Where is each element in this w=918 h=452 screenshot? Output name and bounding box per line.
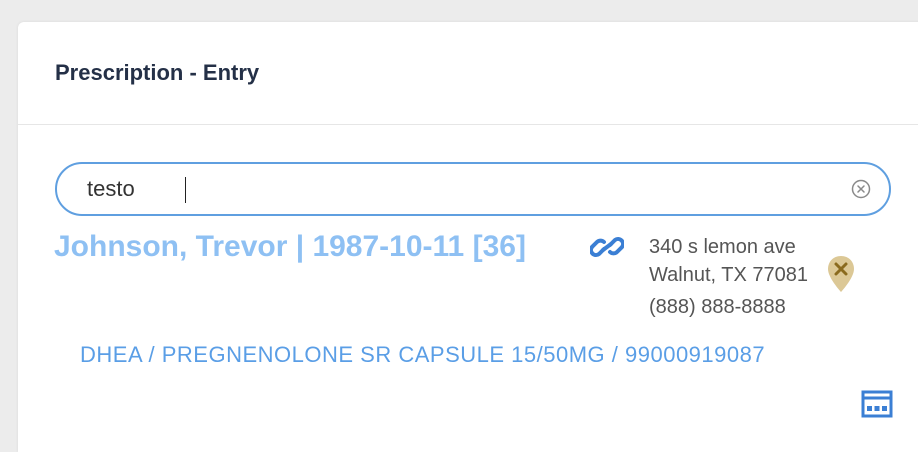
circle-x-icon[interactable] xyxy=(851,179,871,199)
patient-address: 340 s lemon ave Walnut, TX 77081 (888) 8… xyxy=(649,233,808,321)
blister-pack-icon[interactable] xyxy=(861,388,893,418)
address-line-2: Walnut, TX 77081 xyxy=(649,264,808,286)
patient-name-line[interactable]: Johnson, Trevor | 1987-10-11 [36] xyxy=(54,230,526,264)
search-input[interactable] xyxy=(87,175,827,203)
modal-header: Prescription - Entry xyxy=(18,22,918,125)
text-caret xyxy=(185,177,186,203)
patient-phone: (888) 888-8888 xyxy=(649,296,786,318)
prescription-entry-modal: Prescription - Entry Johnson, Trevor | 1… xyxy=(18,22,918,452)
search-field[interactable] xyxy=(55,162,891,216)
map-pin-x-icon[interactable] xyxy=(826,254,856,294)
chain-link-icon[interactable] xyxy=(590,233,624,261)
prescription-item[interactable]: DHEA / PREGNENOLONE SR CAPSULE 15/50MG /… xyxy=(80,342,765,368)
modal-title: Prescription - Entry xyxy=(55,60,260,85)
address-line-1: 340 s lemon ave xyxy=(649,236,796,258)
